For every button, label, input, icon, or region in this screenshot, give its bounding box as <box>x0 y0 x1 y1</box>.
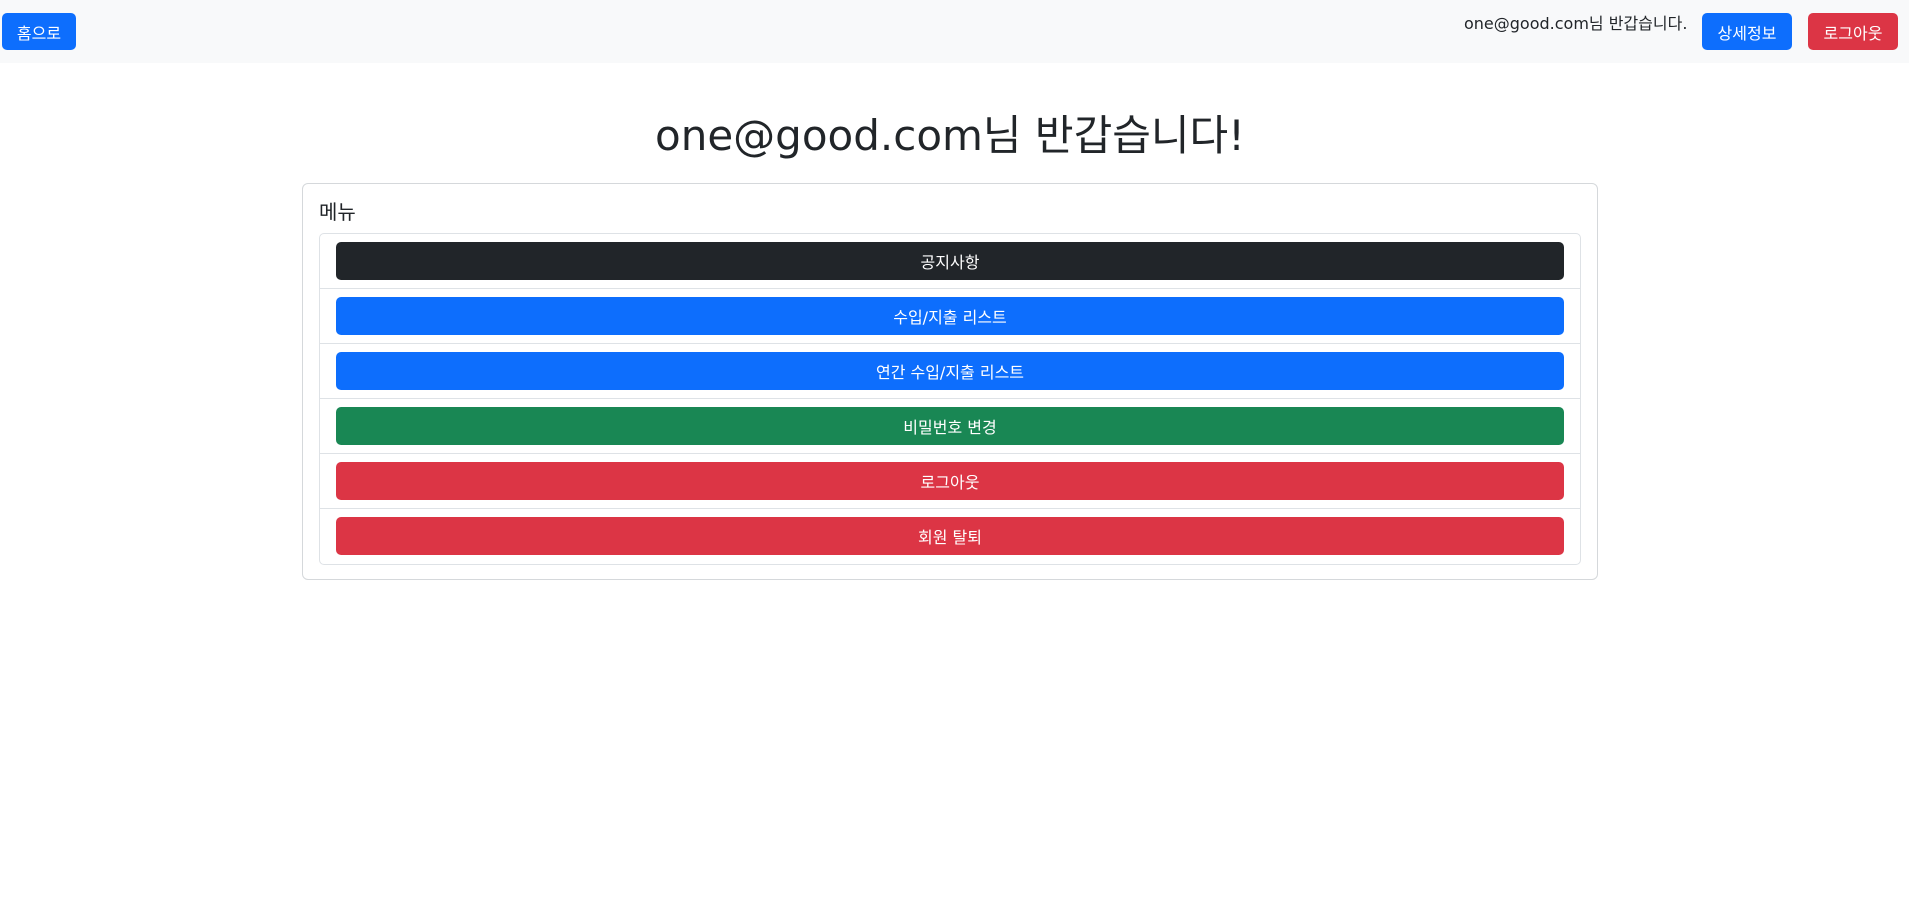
list-item: 회원 탈퇴 <box>320 509 1580 564</box>
delete-account-button[interactable]: 회원 탈퇴 <box>336 517 1564 555</box>
income-expense-list-button[interactable]: 수입/지출 리스트 <box>336 297 1564 335</box>
list-item: 로그아웃 <box>320 454 1580 509</box>
change-password-button[interactable]: 비밀번호 변경 <box>336 407 1564 445</box>
list-item: 수입/지출 리스트 <box>320 289 1580 344</box>
menu-list: 공지사항 수입/지출 리스트 연간 수입/지출 리스트 비밀번호 변경 로그아웃… <box>319 233 1581 565</box>
page-title: one@good.com님 반갑습니다! <box>655 111 1245 160</box>
welcome-message: one@good.com님 반갑습니다. <box>1464 14 1688 33</box>
annual-income-expense-list-button[interactable]: 연간 수입/지출 리스트 <box>336 352 1564 390</box>
detail-info-button[interactable]: 상세정보 <box>1702 13 1792 50</box>
menu-logout-button[interactable]: 로그아웃 <box>336 462 1564 500</box>
logout-button[interactable]: 로그아웃 <box>1808 13 1898 50</box>
menu-heading: 메뉴 <box>319 200 356 224</box>
home-button[interactable]: 홈으로 <box>2 13 76 50</box>
list-item: 비밀번호 변경 <box>320 399 1580 454</box>
list-item: 연간 수입/지출 리스트 <box>320 344 1580 399</box>
menu-card: 메뉴 공지사항 수입/지출 리스트 연간 수입/지출 리스트 비밀번호 변경 로… <box>302 183 1598 580</box>
list-item: 공지사항 <box>320 234 1580 289</box>
top-navbar: 홈으로 one@good.com님 반갑습니다. 상세정보 로그아웃 <box>0 0 1909 63</box>
notice-button[interactable]: 공지사항 <box>336 242 1564 280</box>
